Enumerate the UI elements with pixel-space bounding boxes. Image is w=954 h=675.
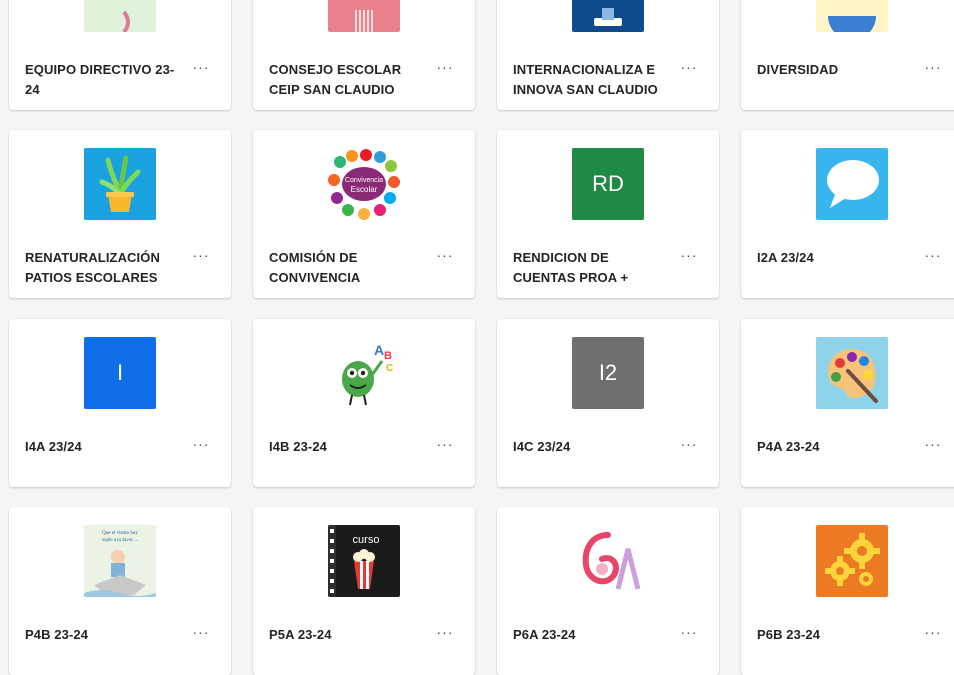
team-card[interactable]: I2 I4C 23/24 ··· — [497, 319, 719, 487]
team-name: COMISIÓN DE CONVIVENCIA — [269, 250, 361, 285]
team-card[interactable]: P6B 23-24 ··· — [741, 507, 954, 675]
speech-bubble-icon — [816, 148, 888, 220]
team-card[interactable]: EQUIPO DIRECTIVO 23-24 ··· — [9, 0, 231, 110]
team-card[interactable]: I2A 23/24 ··· — [741, 130, 954, 298]
team-thumbnail — [84, 0, 156, 32]
team-initials-avatar: I2 — [572, 337, 644, 409]
team-initials-avatar: RD — [572, 148, 644, 220]
team-name: P6B 23-24 — [757, 627, 821, 642]
team-name: P4A 23-24 — [757, 439, 820, 454]
team-card[interactable]: CONSEJO ESCOLAR CEIP SAN CLAUDIO ··· — [253, 0, 475, 110]
svg-text:curso: curso — [353, 534, 380, 546]
team-thumbnail — [816, 0, 888, 32]
more-options-icon[interactable]: ··· — [433, 246, 457, 266]
more-options-icon[interactable]: ··· — [433, 623, 457, 643]
team-name: EQUIPO DIRECTIVO 23-24 — [25, 62, 175, 97]
monster-abc-image: A B C — [328, 337, 400, 409]
team-name: I4A 23/24 — [25, 439, 82, 454]
more-options-icon[interactable]: ··· — [921, 623, 945, 643]
more-options-icon[interactable]: ··· — [677, 246, 701, 266]
avatar-initials: I2 — [598, 360, 618, 385]
team-thumbnail — [572, 0, 644, 32]
team-card[interactable]: RENATURALIZACIÓN PATIOS ESCOLARES ··· — [9, 130, 231, 298]
team-name: DIVERSIDAD — [757, 62, 839, 77]
svg-text:sople a tu favor ...: sople a tu favor ... — [102, 538, 138, 543]
six-a-art-image — [572, 525, 644, 597]
svg-text:Que el viento hoy: Que el viento hoy — [102, 531, 138, 536]
svg-text:Convivencia: Convivencia — [345, 177, 383, 184]
plant-icon — [84, 148, 156, 220]
team-name: I4B 23-24 — [269, 439, 327, 454]
team-card[interactable]: A B C I4B 23-24 ··· — [253, 319, 475, 487]
more-options-icon[interactable]: ··· — [921, 435, 945, 455]
team-card[interactable]: Que el viento hoy sople a tu favor ... P… — [9, 507, 231, 675]
more-options-icon[interactable]: ··· — [189, 623, 213, 643]
more-options-icon[interactable]: ··· — [677, 58, 701, 78]
svg-text:B: B — [384, 350, 392, 362]
book-cover-image: Que el viento hoy sople a tu favor ... — [84, 525, 156, 597]
team-initials-avatar: I — [84, 337, 156, 409]
more-options-icon[interactable]: ··· — [921, 246, 945, 266]
hands-logo: Convivencia Escolar — [328, 148, 400, 220]
avatar-initials: RD — [592, 171, 624, 196]
team-name: P6A 23-24 — [513, 627, 576, 642]
more-options-icon[interactable]: ··· — [433, 58, 457, 78]
team-name: I2A 23/24 — [757, 250, 814, 265]
more-options-icon[interactable]: ··· — [189, 58, 213, 78]
team-name: CONSEJO ESCOLAR CEIP SAN CLAUDIO — [269, 62, 402, 97]
team-card[interactable]: Convivencia Escolar COMISIÓN DE CONVIVEN… — [253, 130, 475, 298]
team-card[interactable]: curso P5A 23-24 ··· — [253, 507, 475, 675]
more-options-icon[interactable]: ··· — [189, 435, 213, 455]
more-options-icon[interactable]: ··· — [921, 58, 945, 78]
team-thumbnail — [328, 0, 400, 32]
avatar-initials: I — [116, 360, 124, 385]
team-name: RENDICION DE CUENTAS PROA + — [513, 250, 629, 285]
team-card[interactable]: P4A 23-24 ··· — [741, 319, 954, 487]
svg-text:C: C — [386, 363, 393, 374]
more-options-icon[interactable]: ··· — [189, 246, 213, 266]
svg-text:A: A — [374, 342, 384, 358]
team-card[interactable]: DIVERSIDAD ··· — [741, 0, 954, 110]
team-name: P4B 23-24 — [25, 627, 89, 642]
popcorn-board-image: curso — [328, 525, 400, 597]
team-name: RENATURALIZACIÓN PATIOS ESCOLARES — [25, 250, 160, 285]
team-name: INTERNACIONALIZA E INNOVA SAN CLAUDIO — [513, 62, 658, 97]
palette-icon — [816, 337, 888, 409]
more-options-icon[interactable]: ··· — [677, 623, 701, 643]
more-options-icon[interactable]: ··· — [677, 435, 701, 455]
team-card[interactable]: RD RENDICION DE CUENTAS PROA + ··· — [497, 130, 719, 298]
team-card[interactable]: I I4A 23/24 ··· — [9, 319, 231, 487]
team-name: I4C 23/24 — [513, 439, 571, 454]
team-name: P5A 23-24 — [269, 627, 332, 642]
svg-text:Escolar: Escolar — [351, 185, 378, 194]
team-card[interactable]: P6A 23-24 ··· — [497, 507, 719, 675]
more-options-icon[interactable]: ··· — [433, 435, 457, 455]
teams-grid: EQUIPO DIRECTIVO 23-24 ··· CONSEJO ESCOL… — [9, 0, 954, 675]
team-card[interactable]: INTERNACIONALIZA E INNOVA SAN CLAUDIO ··… — [497, 0, 719, 110]
gears-icon — [816, 525, 888, 597]
